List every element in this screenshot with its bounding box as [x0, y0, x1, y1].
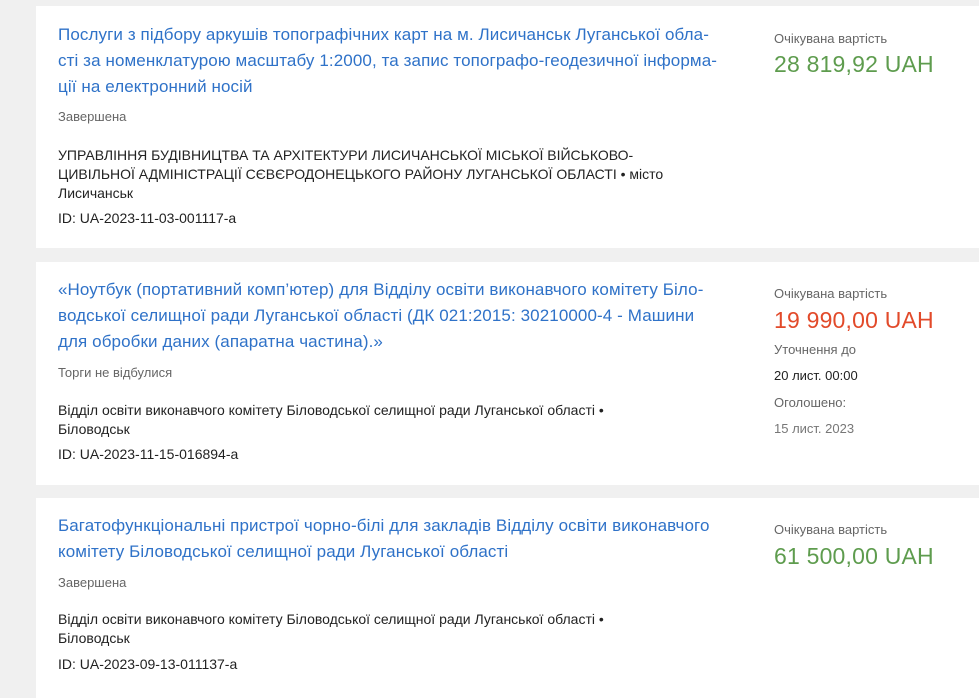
expected-price-value: 19 990,00 UAH [774, 307, 934, 333]
tender-id: ID: UA-2023-09-13-011137-a [58, 656, 238, 672]
tender-title-line: «Ноутбук (портативний комп’ютер) для Від… [58, 280, 704, 299]
expected-price-value: 61 500,00 UAH [774, 543, 934, 569]
tender-organization: Відділ освіти виконавчого комітету Білов… [58, 610, 748, 648]
tender-id: ID: UA-2023-11-15-016894-a [58, 446, 239, 462]
organization-line: Відділ освіти виконавчого комітету Білов… [58, 402, 604, 418]
organization-line: Лисичанськ [58, 185, 134, 201]
tender-status: Завершена [58, 575, 127, 590]
expected-price-label: Очікувана вартість [774, 286, 888, 301]
tender-title-line: для обробки даних (апаратна частина).» [58, 332, 383, 351]
tender-title-link[interactable]: «Ноутбук (портативний комп’ютер) для Від… [58, 277, 748, 355]
tender-card: Послуги з підбору аркушів топографічних … [36, 6, 979, 248]
tender-title-link[interactable]: Багатофункціональні пристрої чорно-білі … [58, 513, 748, 565]
tender-card: «Ноутбук (портативний комп’ютер) для Від… [36, 262, 979, 485]
tender-id: ID: UA-2023-11-03-001117-a [58, 210, 237, 226]
tender-title-line: комітету Біловодської селищної ради Луга… [58, 542, 509, 561]
tender-title-line: Послуги з підбору аркушів топографічних … [58, 25, 709, 44]
tender-list: Послуги з підбору аркушів топографічних … [0, 0, 979, 698]
expected-price-label: Очікувана вартість [774, 522, 888, 537]
tender-organization: Відділ освіти виконавчого комітету Білов… [58, 401, 748, 439]
tender-title-link[interactable]: Послуги з підбору аркушів топографічних … [58, 22, 748, 100]
organization-line: ЦИВІЛЬНОЇ АДМІНІСТРАЦІЇ СЄВЄРОДОНЕЦЬКОГО… [58, 166, 664, 182]
tender-card: Багатофункціональні пристрої чорно-білі … [36, 498, 979, 698]
tender-status: Завершена [58, 109, 127, 124]
clarification-label: Уточнення до [774, 342, 857, 357]
tender-title-line: сті за номенклатурою масштабу 1:2000, та… [58, 51, 718, 70]
organization-line: Біловодськ [58, 630, 130, 646]
tender-organization: УПРАВЛІННЯ БУДІВНИЦТВА ТА АРХІТЕКТУРИ ЛИ… [58, 146, 748, 203]
expected-price-label: Очікувана вартість [774, 31, 888, 46]
announced-label: Оголошено: [774, 395, 847, 410]
tender-title-line: Багатофункціональні пристрої чорно-білі … [58, 516, 710, 535]
expected-price-value: 28 819,92 UAH [774, 51, 934, 77]
tender-title-line: ції на електронний носій [58, 77, 253, 96]
clarification-date: 20 лист. 00:00 [774, 368, 858, 383]
organization-line: Відділ освіти виконавчого комітету Білов… [58, 611, 604, 627]
organization-line: Біловодськ [58, 421, 130, 437]
organization-line: УПРАВЛІННЯ БУДІВНИЦТВА ТА АРХІТЕКТУРИ ЛИ… [58, 147, 634, 163]
announced-date: 15 лист. 2023 [774, 421, 855, 436]
tender-status: Торги не відбулися [58, 365, 173, 380]
tender-title-line: водської селищної ради Луганської област… [58, 306, 695, 325]
